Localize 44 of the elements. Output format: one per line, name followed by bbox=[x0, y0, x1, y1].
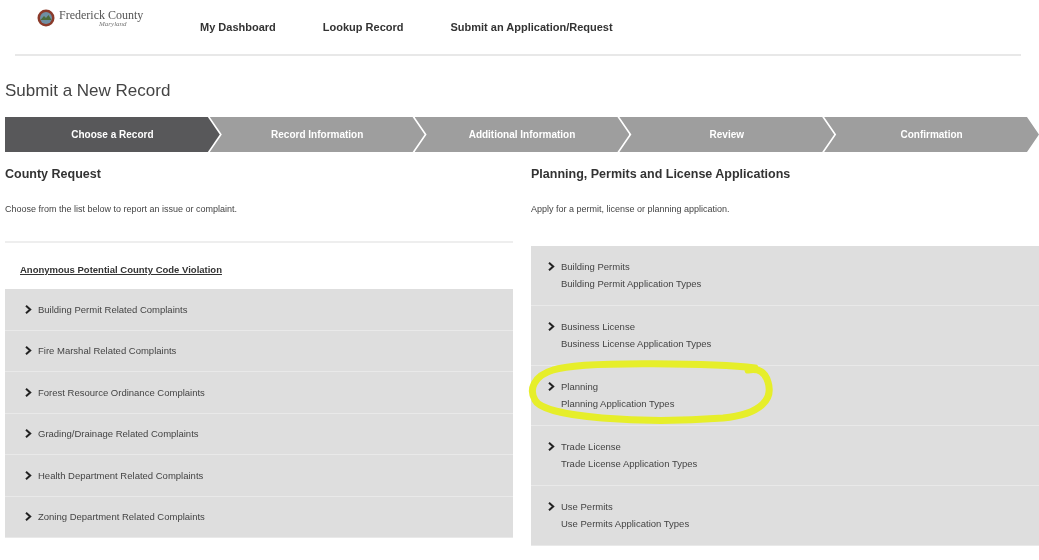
application-subtitle: Planning Application Types bbox=[561, 398, 676, 409]
chevron-icon bbox=[548, 442, 555, 451]
application-item[interactable]: Use Permits Use Permits Application Types bbox=[531, 486, 1039, 546]
county-seal-icon bbox=[37, 9, 55, 27]
application-item[interactable]: Planning Planning Application Types bbox=[531, 366, 1039, 426]
application-subtitle: Use Permits Application Types bbox=[561, 518, 691, 529]
nav-link[interactable]: My Dashboard bbox=[200, 21, 276, 33]
application-subtitle: Business License Application Types bbox=[561, 338, 713, 349]
application-title: Business License bbox=[561, 321, 635, 332]
chevron-icon bbox=[548, 502, 555, 511]
application-title: Trade License bbox=[561, 441, 621, 452]
nav-link[interactable]: Lookup Record bbox=[322, 21, 404, 33]
nav-link[interactable]: Submit an Application/Request bbox=[450, 21, 613, 33]
chevron-icon bbox=[25, 429, 32, 439]
section-heading: Planning, Permits and License Applications bbox=[531, 167, 792, 181]
application-subtitle: Trade License Application Types bbox=[561, 458, 699, 469]
chevron-icon bbox=[25, 304, 32, 314]
chevron-icon bbox=[25, 387, 32, 397]
application-title: Building Permits bbox=[561, 261, 630, 272]
complaint-item[interactable]: Forest Resource Ordinance Complaints bbox=[5, 372, 513, 414]
chevron-icon bbox=[25, 470, 32, 480]
chevron-icon bbox=[548, 382, 555, 391]
chevron-icon bbox=[25, 346, 32, 356]
section-description: Apply for a permit, license or planning application. bbox=[531, 204, 731, 214]
application-item[interactable]: Trade License Trade License Application Types bbox=[531, 426, 1039, 486]
section-heading: County Request bbox=[5, 167, 102, 181]
logo-name: Frederick County bbox=[59, 9, 144, 21]
step-tab[interactable]: Choose a Record bbox=[5, 117, 220, 152]
complaint-item[interactable]: Building Permit Related Complaints bbox=[5, 289, 513, 331]
application-title: Planning bbox=[561, 381, 598, 392]
complaint-item[interactable]: Grading/Drainage Related Complaints bbox=[5, 413, 513, 455]
chevron-icon bbox=[25, 512, 32, 522]
chevron-icon bbox=[548, 322, 555, 331]
complaint-item[interactable]: Zoning Department Related Complaints bbox=[5, 496, 513, 538]
chevron-icon bbox=[548, 262, 555, 271]
complaint-item[interactable]: Health Department Related Complaints bbox=[5, 455, 513, 497]
application-item[interactable]: Business License Business License Application Types bbox=[531, 306, 1039, 366]
application-subtitle: Building Permit Application Types bbox=[561, 278, 703, 289]
complaint-item[interactable]: Fire Marshal Related Complaints bbox=[5, 330, 513, 372]
violation-link[interactable]: Anonymous Potential County Code Violation bbox=[20, 264, 222, 275]
application-item[interactable]: Building Permits Building Permit Application Types bbox=[531, 246, 1039, 306]
page-title: Submit a New Record bbox=[5, 81, 172, 101]
application-title: Use Permits bbox=[561, 501, 613, 512]
section-description: Choose from the list below to report an issue or complaint. bbox=[5, 204, 239, 214]
